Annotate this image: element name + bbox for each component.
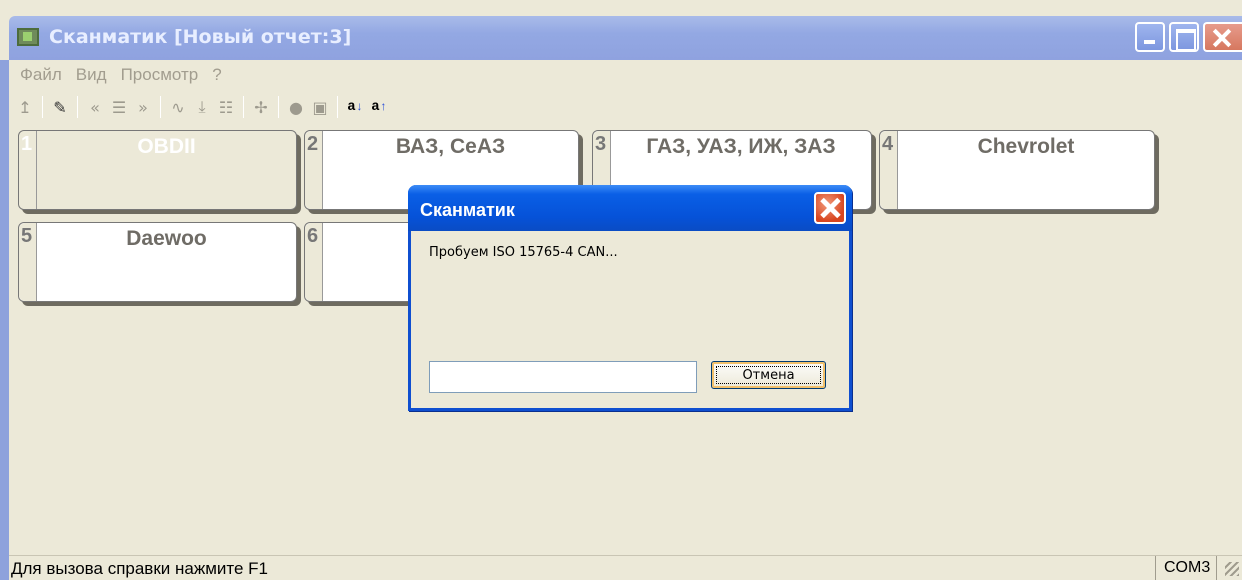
toolbar-separator	[243, 96, 244, 118]
toolbar-separator	[337, 96, 338, 118]
tile-label: Chevrolet	[977, 135, 1075, 158]
tile-number: 2	[307, 133, 319, 155]
image-icon[interactable]: ▣	[310, 95, 330, 119]
record-icon[interactable]: ●	[286, 95, 306, 119]
tile-label: Daewoo	[126, 227, 207, 250]
minimize-button[interactable]	[1135, 22, 1165, 52]
menu-preview[interactable]: Просмотр	[114, 65, 206, 85]
tile-obdii[interactable]: 1 OBDII	[18, 130, 297, 210]
dialog-progress-field[interactable]	[429, 361, 697, 393]
sort-ascending-label: a	[347, 99, 356, 115]
waveform-icon[interactable]: ∿	[168, 95, 188, 119]
toolbar-separator	[42, 96, 43, 118]
close-button[interactable]	[1203, 22, 1242, 52]
dialog-title: Сканматик	[420, 200, 515, 220]
dialog-titlebar[interactable]: Сканматик	[408, 185, 852, 231]
previous-icon[interactable]: «	[85, 95, 105, 119]
maximize-button[interactable]	[1169, 22, 1199, 52]
tile-number: 1	[21, 133, 33, 155]
window-frame-left	[0, 60, 9, 580]
main-window: Сканматик [Новый отчет:3] Файл Вид Просм…	[0, 0, 1242, 580]
toolbar-separator	[77, 96, 78, 118]
menu-help[interactable]: ?	[205, 65, 228, 85]
sort-ascending-icon[interactable]: a ↓	[345, 95, 365, 119]
tile-label: ГАЗ, УАЗ, ИЖ, ЗАЗ	[646, 135, 836, 158]
tile-number: 6	[307, 225, 319, 247]
menu-file[interactable]: Файл	[13, 65, 69, 85]
status-bar: Для вызова справки нажмите F1 COM3	[9, 555, 1242, 580]
edit-report-icon[interactable]: ✎	[50, 95, 70, 119]
window-titlebar[interactable]: Сканматик [Новый отчет:3]	[9, 16, 1242, 60]
status-hint: Для вызова справки нажмите F1	[11, 559, 269, 578]
window-title: Сканматик [Новый отчет:3]	[49, 26, 352, 48]
app-icon[interactable]	[17, 28, 39, 46]
crosshair-icon[interactable]: ✢	[251, 95, 271, 119]
toolbar: ↥ ✎ « ☰ » ∿ ⤓ ☷ ✢ ● ▣ a ↓ a ↑	[9, 92, 1242, 122]
tile-number: 3	[595, 133, 607, 155]
cancel-button[interactable]: Отмена	[711, 361, 826, 389]
dialog-close-icon[interactable]	[814, 192, 846, 224]
tile-label: ВАЗ, СеАЗ	[395, 135, 506, 158]
status-port: COM3	[1155, 556, 1217, 580]
list-icon[interactable]: ☰	[109, 95, 129, 119]
tile-6[interactable]: 6	[304, 222, 414, 302]
menu-bar: Файл Вид Просмотр ?	[9, 60, 1242, 90]
menu-view[interactable]: Вид	[69, 65, 114, 85]
align-icon[interactable]: ☷	[216, 95, 236, 119]
next-icon[interactable]: »	[133, 95, 153, 119]
tile-label: OBDII	[137, 135, 196, 158]
resize-grip-icon[interactable]	[1225, 562, 1239, 576]
tile-number: 5	[21, 225, 33, 247]
sort-descending-label: a	[371, 99, 380, 115]
tile-chevrolet[interactable]: 4 Chevrolet	[879, 130, 1155, 210]
up-arrow-icon[interactable]: ↥	[15, 95, 35, 119]
toolbar-separator	[278, 96, 279, 118]
dialog-message: Пробуем ISO 15765-4 CAN...	[429, 245, 618, 260]
progress-dialog: Сканматик Пробуем ISO 15765-4 CAN... Отм…	[408, 185, 852, 411]
download-icon[interactable]: ⤓	[192, 95, 212, 119]
tile-daewoo[interactable]: 5 Daewoo	[18, 222, 297, 302]
toolbar-separator	[160, 96, 161, 118]
cancel-button-label: Отмена	[716, 366, 821, 384]
sort-descending-icon[interactable]: a ↑	[369, 95, 389, 119]
tile-number: 4	[882, 133, 894, 155]
